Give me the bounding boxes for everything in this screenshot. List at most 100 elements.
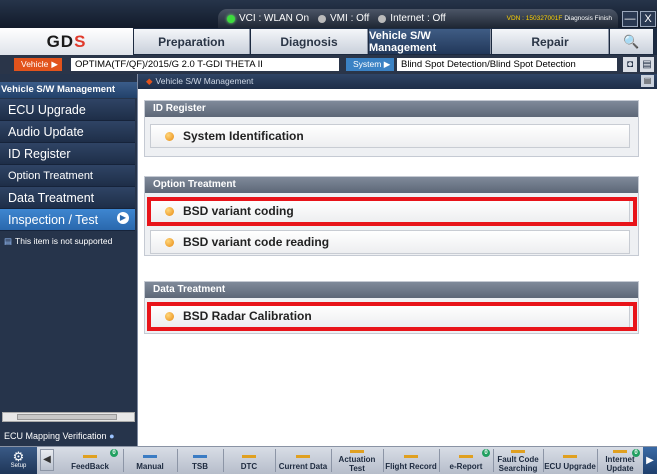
notification-badge: 0 <box>632 449 640 457</box>
toolbar-e-report[interactable]: 0 e-Report <box>440 447 492 474</box>
ecu-mapping-verification[interactable]: ECU Mapping Verification ● <box>4 431 115 441</box>
home-icon: ◆ <box>146 76 153 86</box>
sidebar-item-data-treatment[interactable]: Data Treatment <box>0 187 135 209</box>
toolbar-label: Manual <box>136 462 164 471</box>
toolbar-label: DTC <box>240 462 258 471</box>
menu-diagnosis[interactable]: Diagnosis <box>251 29 368 54</box>
setup-label: Setup <box>10 463 27 469</box>
close-button[interactable]: X <box>640 11 656 27</box>
toolbar-manual[interactable]: Manual <box>124 447 176 474</box>
toolbar-label: Flight Record <box>385 462 437 471</box>
group-title: ID Register <box>145 101 638 117</box>
bullet-icon <box>165 131 174 141</box>
print-icon[interactable]: ▤ <box>641 75 654 87</box>
sidebar-horizontal-scrollbar[interactable] <box>2 412 135 422</box>
chevron-right-icon: ▶ <box>646 455 654 466</box>
vci-status-icon <box>227 14 235 23</box>
toolbar-fault-code-searching[interactable]: Fault Code Searching <box>494 447 542 474</box>
logo-text-a: GD <box>46 31 75 51</box>
system-select-button[interactable]: System ▶ <box>346 58 394 71</box>
actuation-test-icon <box>350 450 364 453</box>
connection-status-bar: VCI : WLAN On VMI : Off Internet : Off V… <box>218 9 618 28</box>
info-icon: ● <box>106 431 115 441</box>
internet-status-text: Internet : Off <box>390 13 446 24</box>
toolbar-flight-record[interactable]: Flight Record <box>384 447 438 474</box>
toolbar-label: Fault Code Searching <box>497 455 539 473</box>
vdn-label: VDN : 150327001F <box>506 15 563 22</box>
vdn-state: Diagnosis Finish <box>564 15 612 22</box>
minimize-button[interactable]: — <box>622 11 638 27</box>
next-button[interactable]: ▶ <box>643 447 657 474</box>
list-icon: ▤ <box>4 236 13 246</box>
current-data-icon <box>296 455 310 458</box>
internet-status: Internet : Off <box>378 13 446 24</box>
breadcrumb-text: Vehicle S/W Management <box>155 76 254 86</box>
tsb-icon <box>193 455 207 458</box>
item-label: BSD variant code reading <box>183 235 330 249</box>
manual-icon <box>143 455 157 458</box>
logo-text-b: S <box>74 31 87 51</box>
vci-status-text: VCI : WLAN On <box>239 13 310 24</box>
group-title: Option Treatment <box>145 177 638 193</box>
bullet-icon <box>165 237 174 247</box>
highlight-bsd-variant-coding <box>147 197 637 226</box>
document-icon[interactable]: ▤ <box>640 57 654 72</box>
vehicle-value: OPTIMA(TF/QF)/2015/G 2.0 T-GDI THETA II <box>71 58 339 71</box>
internet-update-icon <box>613 450 627 453</box>
toolbar-ecu-upgrade[interactable]: ECU Upgrade <box>544 447 596 474</box>
notification-badge: 0 <box>110 449 118 457</box>
sidebar-item-ecu-upgrade[interactable]: ECU Upgrade <box>0 99 135 121</box>
setup-button[interactable]: ⚙ Setup <box>0 447 37 474</box>
sidebar-item-option-treatment[interactable]: Option Treatment <box>0 165 135 187</box>
ecu-upgrade-icon <box>563 455 577 458</box>
sidebar-item-audio-update[interactable]: Audio Update <box>0 121 135 143</box>
toolbar-current-data[interactable]: Current Data <box>276 447 330 474</box>
item-label: System Identification <box>183 129 304 143</box>
toolbar-tsb[interactable]: TSB <box>178 447 222 474</box>
previous-button[interactable]: ◀ <box>40 449 54 471</box>
toolbar-internet-update[interactable]: 0 Internet Update <box>598 447 642 474</box>
breadcrumb: ◆ Vehicle S/W Management ▤ <box>138 74 657 89</box>
sidebar-header: Vehicle S/W Management <box>0 82 137 98</box>
system-identification-button[interactable]: System Identification <box>150 124 630 148</box>
menu-vehicle-sw-management[interactable]: Vehicle S/W Management <box>369 29 491 54</box>
toolbar-feedback[interactable]: 0 FeedBack <box>58 447 122 474</box>
not-supported-notice: ▤ This item is not supported <box>4 236 137 250</box>
vci-status: VCI : WLAN On <box>227 13 309 24</box>
system-tag-label: System <box>353 59 382 69</box>
sidebar-item-id-register[interactable]: ID Register <box>0 143 135 165</box>
toolbar-label: TSB <box>192 462 208 471</box>
fault-code-icon <box>511 450 525 453</box>
camera-icon[interactable]: ◘ <box>623 57 637 72</box>
chevron-right-icon: ▶ <box>51 59 58 69</box>
feedback-icon <box>83 455 97 458</box>
vmi-status-icon <box>318 14 327 23</box>
flight-record-icon <box>404 455 418 458</box>
system-value: Blind Spot Detection/Blind Spot Detectio… <box>397 58 617 71</box>
toolbar-label: FeedBack <box>71 462 109 471</box>
vmi-status: VMI : Off <box>318 13 369 24</box>
vdn-status: VDN : 150327001F Diagnosis Finish <box>507 15 612 22</box>
scrollbar-thumb[interactable] <box>17 414 117 420</box>
toolbar-label: Internet Update <box>605 455 635 473</box>
toolbar-label: Current Data <box>278 462 328 471</box>
toolbar-actuation-test[interactable]: Actuation Test <box>332 447 382 474</box>
group-title: Data Treatment <box>145 282 638 298</box>
e-report-icon <box>459 455 473 458</box>
toolbar-label: ECU Upgrade <box>544 462 596 471</box>
bsd-variant-code-reading-button[interactable]: BSD variant code reading <box>150 230 630 254</box>
sidebar-item-inspection-test[interactable]: Inspection / Test ▶ <box>0 209 135 231</box>
menu-repair[interactable]: Repair <box>492 29 609 54</box>
notification-badge: 0 <box>482 449 490 457</box>
search-button[interactable]: 🔍 <box>610 29 653 54</box>
highlight-bsd-radar-calibration <box>147 302 637 331</box>
sidebar-item-label: Inspection / Test <box>8 213 99 227</box>
search-icon: 🔍 <box>623 33 640 49</box>
toolbar-dtc[interactable]: DTC <box>224 447 274 474</box>
gear-icon: ⚙ <box>12 449 25 464</box>
vehicle-select-button[interactable]: Vehicle ▶ <box>14 58 62 71</box>
toolbar-label: e-Report <box>449 462 483 471</box>
chevron-left-icon: ◀ <box>43 454 51 465</box>
vmi-status-text: VMI : Off <box>330 13 370 24</box>
menu-preparation[interactable]: Preparation <box>134 29 250 54</box>
